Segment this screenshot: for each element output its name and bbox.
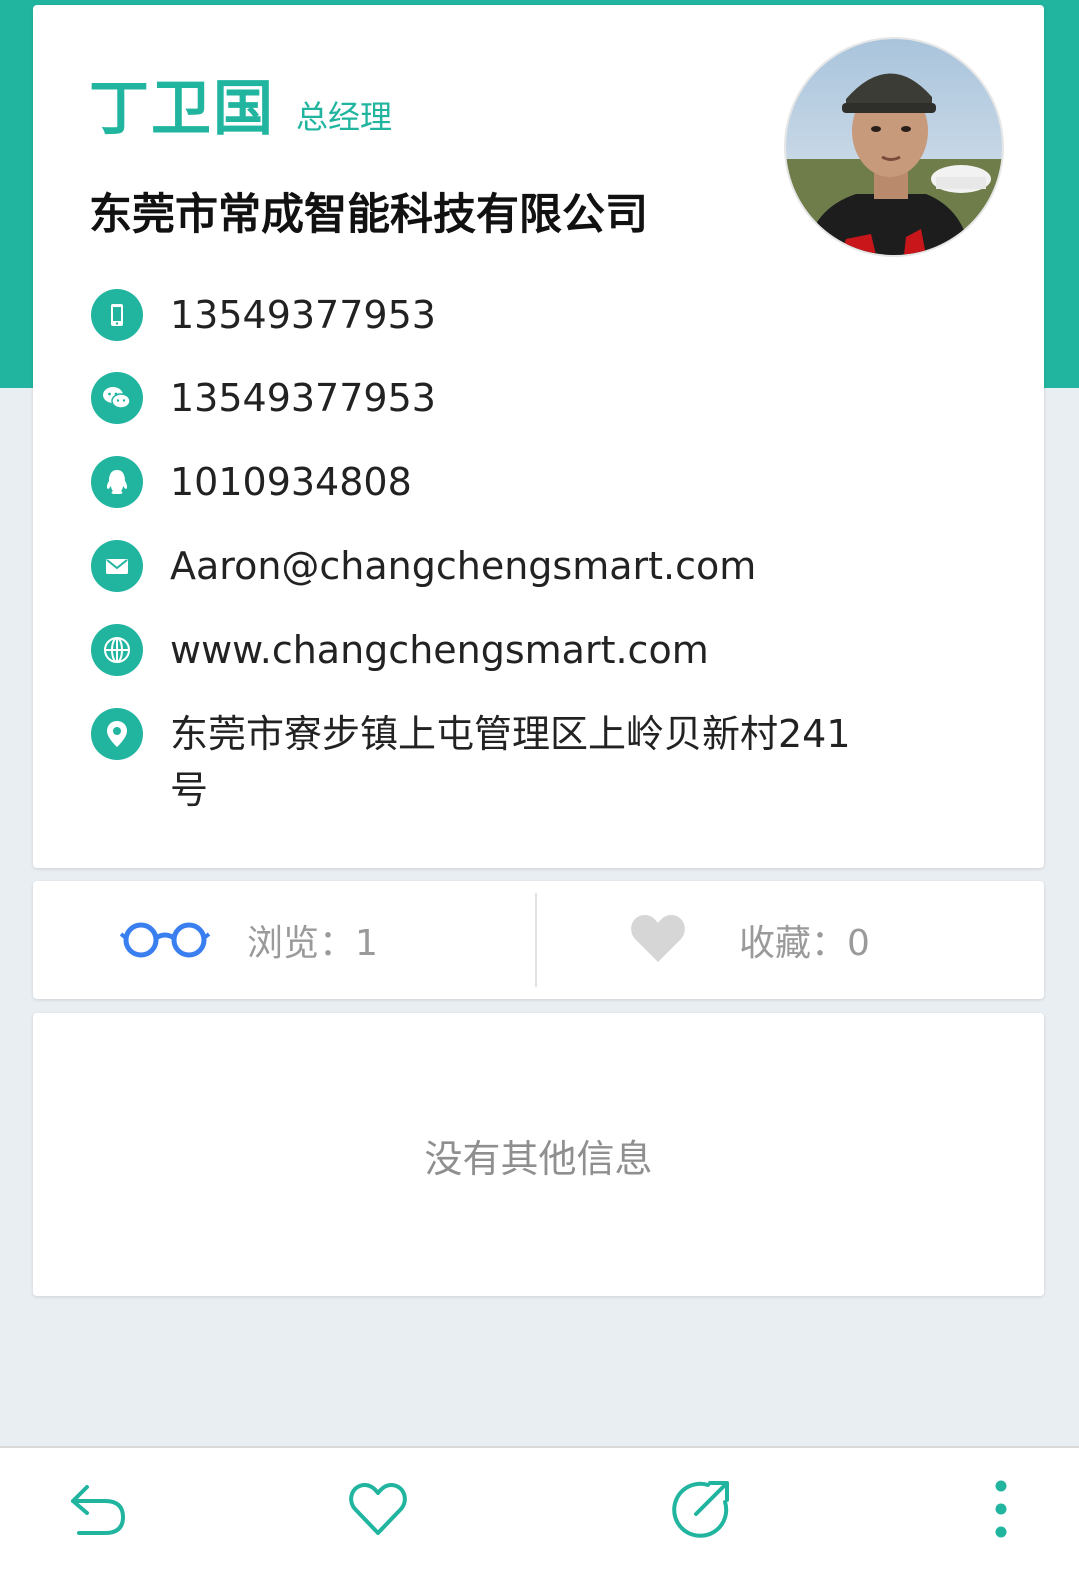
qq-icon: [91, 456, 143, 508]
empty-message: 没有其他信息: [424, 1137, 653, 1181]
person-name: 丁卫国: [89, 74, 275, 144]
contact-address[interactable]: 东莞市寮步镇上屯管理区上岭贝新村241号: [91, 708, 911, 818]
business-card: 丁卫国 总经理 东莞市常成智能科技有限公司 13549377953 135493…: [33, 5, 1044, 868]
favorite-button[interactable]: [343, 1476, 413, 1546]
contact-wechat[interactable]: 13549377953: [91, 372, 911, 426]
globe-icon: [91, 624, 143, 676]
extra-info-card: 没有其他信息: [33, 1013, 1044, 1296]
glasses-icon: [119, 916, 211, 964]
contact-website[interactable]: www.changchengsmart.com: [91, 624, 911, 678]
back-button[interactable]: [62, 1476, 132, 1546]
divider: [535, 893, 537, 987]
location-pin-icon: [91, 708, 143, 760]
company-name: 东莞市常成智能科技有限公司: [89, 190, 648, 240]
wechat-icon: [91, 372, 143, 424]
contact-value: 13549377953: [170, 376, 436, 420]
contact-email[interactable]: Aaron@changchengsmart.com: [91, 540, 911, 594]
views-stat: 浏览：1: [119, 881, 378, 999]
bottom-toolbar: [0, 1446, 1079, 1574]
contact-value: www.changchengsmart.com: [170, 628, 709, 672]
more-button[interactable]: [966, 1476, 1036, 1546]
contact-value: 东莞市寮步镇上屯管理区上岭贝新村241号: [170, 712, 851, 812]
favorites-stat: 收藏：0: [629, 881, 870, 999]
contact-value: 13549377953: [170, 293, 436, 337]
contact-qq[interactable]: 1010934808: [91, 456, 911, 510]
mail-icon: [91, 540, 143, 592]
contact-phone[interactable]: 13549377953: [91, 289, 911, 343]
contact-value: Aaron@changchengsmart.com: [170, 544, 757, 588]
job-title: 总经理: [296, 98, 393, 136]
stats-card: 浏览：1 收藏：0: [33, 881, 1044, 999]
heart-outline-icon: [348, 1481, 408, 1541]
more-vertical-icon: [994, 1479, 1008, 1543]
phone-icon: [91, 289, 143, 341]
back-arrow-icon: [65, 1479, 129, 1543]
heart-icon: [629, 912, 687, 968]
share-icon: [670, 1478, 732, 1544]
views-count: 浏览：1: [247, 923, 378, 964]
favorites-count: 收藏：0: [739, 923, 870, 964]
avatar[interactable]: [784, 37, 1004, 257]
share-button[interactable]: [666, 1476, 736, 1546]
contact-value: 1010934808: [170, 460, 412, 504]
